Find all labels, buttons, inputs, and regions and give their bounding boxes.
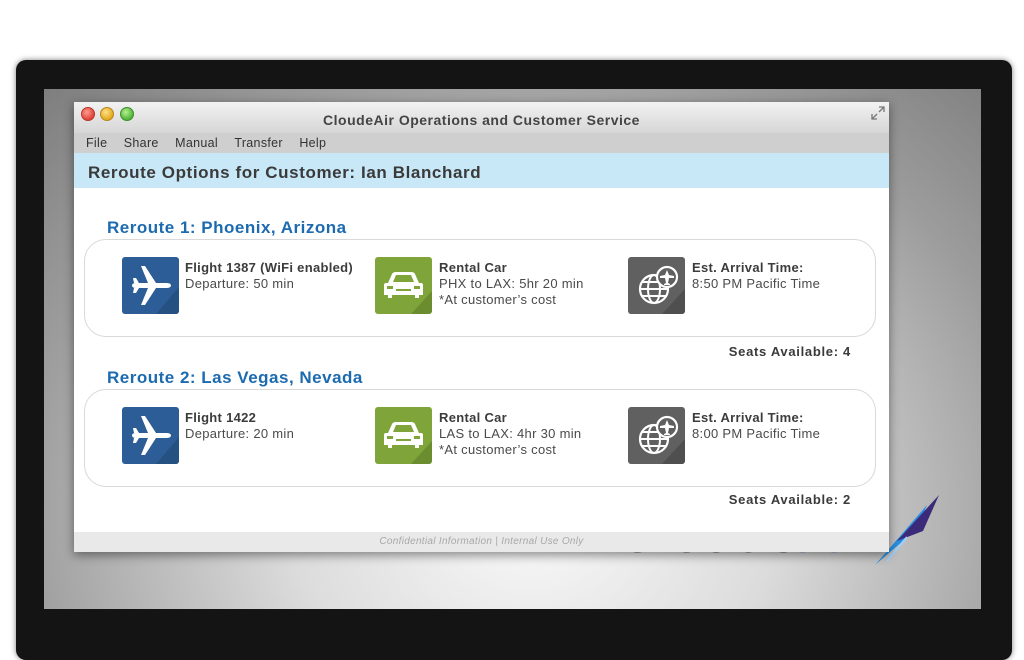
menu-share[interactable]: Share — [124, 136, 159, 150]
car-title: Rental Car — [439, 410, 508, 425]
flight-departure: Departure: 50 min — [185, 276, 295, 291]
app-window: CloudeAir Operations and Customer Servic… — [74, 102, 889, 552]
expand-icon[interactable] — [871, 106, 885, 120]
arrival-info: Est. Arrival Time: 8:50 PM Pacific Time — [692, 260, 820, 292]
car-route: LAS to LAX: 4hr 30 min — [439, 426, 582, 441]
menu-file[interactable]: File — [86, 136, 107, 150]
window-title: CloudeAir Operations and Customer Servic… — [323, 112, 640, 128]
menu-help[interactable]: Help — [299, 136, 326, 150]
arrival-time: 8:50 PM Pacific Time — [692, 276, 821, 291]
arrival-info: Est. Arrival Time: 8:00 PM Pacific Time — [692, 410, 820, 442]
flight-info: Flight 1422 Departure: 20 min — [185, 410, 294, 442]
car-info: Rental Car PHX to LAX: 5hr 20 min *At cu… — [439, 260, 584, 308]
flight-title: Flight 1387 (WiFi enabled) — [185, 260, 354, 275]
airplane-icon — [122, 407, 179, 464]
globe-airplane-icon — [628, 257, 685, 314]
menu-transfer[interactable]: Transfer — [234, 136, 282, 150]
reroute-2-title: Reroute 2: Las Vegas, Nevada — [107, 368, 363, 387]
flight-info: Flight 1387 (WiFi enabled) Departure: 50… — [185, 260, 353, 292]
seats-available-2: Seats Available: 2 — [728, 492, 851, 507]
arrival-title: Est. Arrival Time: — [692, 410, 804, 425]
customer-header: Reroute Options for Customer: Ian Blanch… — [74, 153, 889, 188]
flight-departure: Departure: 20 min — [185, 426, 295, 441]
arrival-time: 8:00 PM Pacific Time — [692, 426, 821, 441]
menu-manual[interactable]: Manual — [175, 136, 218, 150]
globe-airplane-icon — [628, 407, 685, 464]
seats-available-1: Seats Available: 4 — [728, 344, 851, 359]
reroute-2-card[interactable]: Flight 1422 Departure: 20 min Rental Car… — [84, 389, 876, 487]
menu-bar: File Share Manual Transfer Help — [74, 133, 889, 153]
airplane-icon — [122, 257, 179, 314]
car-icon — [375, 407, 432, 464]
page-title: Reroute Options for Customer: Ian Blanch… — [88, 163, 482, 182]
arrival-title: Est. Arrival Time: — [692, 260, 804, 275]
car-title: Rental Car — [439, 260, 508, 275]
car-icon — [375, 257, 432, 314]
footer-notice: Confidential Information | Internal Use … — [74, 532, 889, 552]
flight-title: Flight 1422 — [185, 410, 257, 425]
car-info: Rental Car LAS to LAX: 4hr 30 min *At cu… — [439, 410, 581, 458]
car-note: *At customer’s cost — [439, 292, 557, 307]
car-note: *At customer’s cost — [439, 442, 557, 457]
reroute-1-card[interactable]: Flight 1387 (WiFi enabled) Departure: 50… — [84, 239, 876, 337]
reroute-1-title: Reroute 1: Phoenix, Arizona — [107, 218, 347, 237]
car-route: PHX to LAX: 5hr 20 min — [439, 276, 584, 291]
title-bar: CloudeAir Operations and Customer Servic… — [74, 102, 889, 133]
